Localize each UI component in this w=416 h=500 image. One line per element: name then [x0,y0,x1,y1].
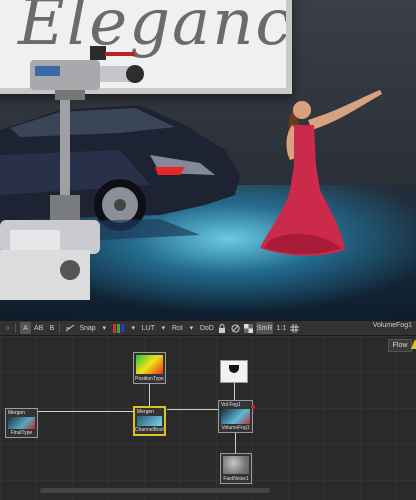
connection-wire [149,384,150,406]
node-label: ChannelBool1 [135,427,164,433]
viewer-toolbar: ○ A AB B Snap ▾ ▾ LUT ▾ RoI ▾ DoD SmR 1:… [0,320,416,336]
viewer[interactable]: Elegance [0,0,416,320]
smr-button[interactable]: SmR [255,322,274,334]
link-icon[interactable] [230,322,241,334]
divider [59,323,61,333]
tab-flow[interactable]: Flow [388,339,412,352]
connection-wire [235,433,236,453]
node-channelbool[interactable]: Mergen ChannelBool1 [133,406,166,436]
node-thumbnail [229,365,239,373]
horizontal-scrollbar[interactable] [40,488,270,493]
connection-wire [167,409,219,410]
roi-button[interactable]: RoI [171,322,184,334]
output-port[interactable] [251,405,255,409]
node-thumbnail [137,416,162,426]
grid-icon[interactable] [289,322,300,334]
node-thumbnail [136,355,163,374]
node-thumbnail [8,417,35,429]
ratio-button[interactable]: 1:1 [275,322,287,334]
node-fastnoise[interactable]: FastNoise1 [220,453,252,484]
buffer-b-button[interactable]: B [46,322,57,334]
connection-wire [38,411,135,412]
chevron-down-icon[interactable]: ▾ [186,322,197,334]
node-label: FinalType [10,430,33,436]
node-label: PositionType [135,376,164,382]
chevron-down-icon[interactable]: ▾ [128,322,139,334]
chevron-down-icon[interactable]: ▾ [99,322,110,334]
lock-icon[interactable] [217,322,228,334]
warning-icon [411,339,416,349]
lut-button[interactable]: LUT [141,322,156,334]
node-mask[interactable] [220,360,248,383]
node-volumefog[interactable]: Vol.Fog1 VolumeFog1 [218,400,255,433]
checker-icon[interactable] [243,322,254,334]
divider [15,323,16,333]
viewer-node-name: VolumeFog1 [372,322,412,329]
node-thumbnail [221,409,250,424]
connection-wire [234,382,235,400]
node-label: VolumeFog1 [221,425,250,431]
camera-crane [0,100,100,300]
color-channels-icon[interactable] [112,322,126,334]
node-title: Mergen [137,409,154,415]
dancer [260,90,382,256]
buffer-ab-button[interactable]: AB [33,322,44,334]
node-positiontype[interactable]: PositionType [133,352,166,384]
wipe-icon[interactable] [64,322,76,334]
buffer-a-button[interactable]: A [20,322,31,334]
chevron-down-icon[interactable]: ▾ [158,322,169,334]
node-finaltype[interactable]: Mergen FinalType [5,408,38,438]
snap-button[interactable]: Snap [78,322,96,334]
node-title: Mergen [8,410,25,416]
node-thumbnail [223,456,249,474]
node-label: FastNoise1 [223,476,249,482]
dod-button[interactable]: DoD [199,322,215,334]
circle-button[interactable]: ○ [2,322,13,334]
node-title: Vol.Fog1 [221,402,241,408]
flow-panel[interactable]: Flow PositionType Mergen ChannelBool1 Vo… [0,336,416,500]
